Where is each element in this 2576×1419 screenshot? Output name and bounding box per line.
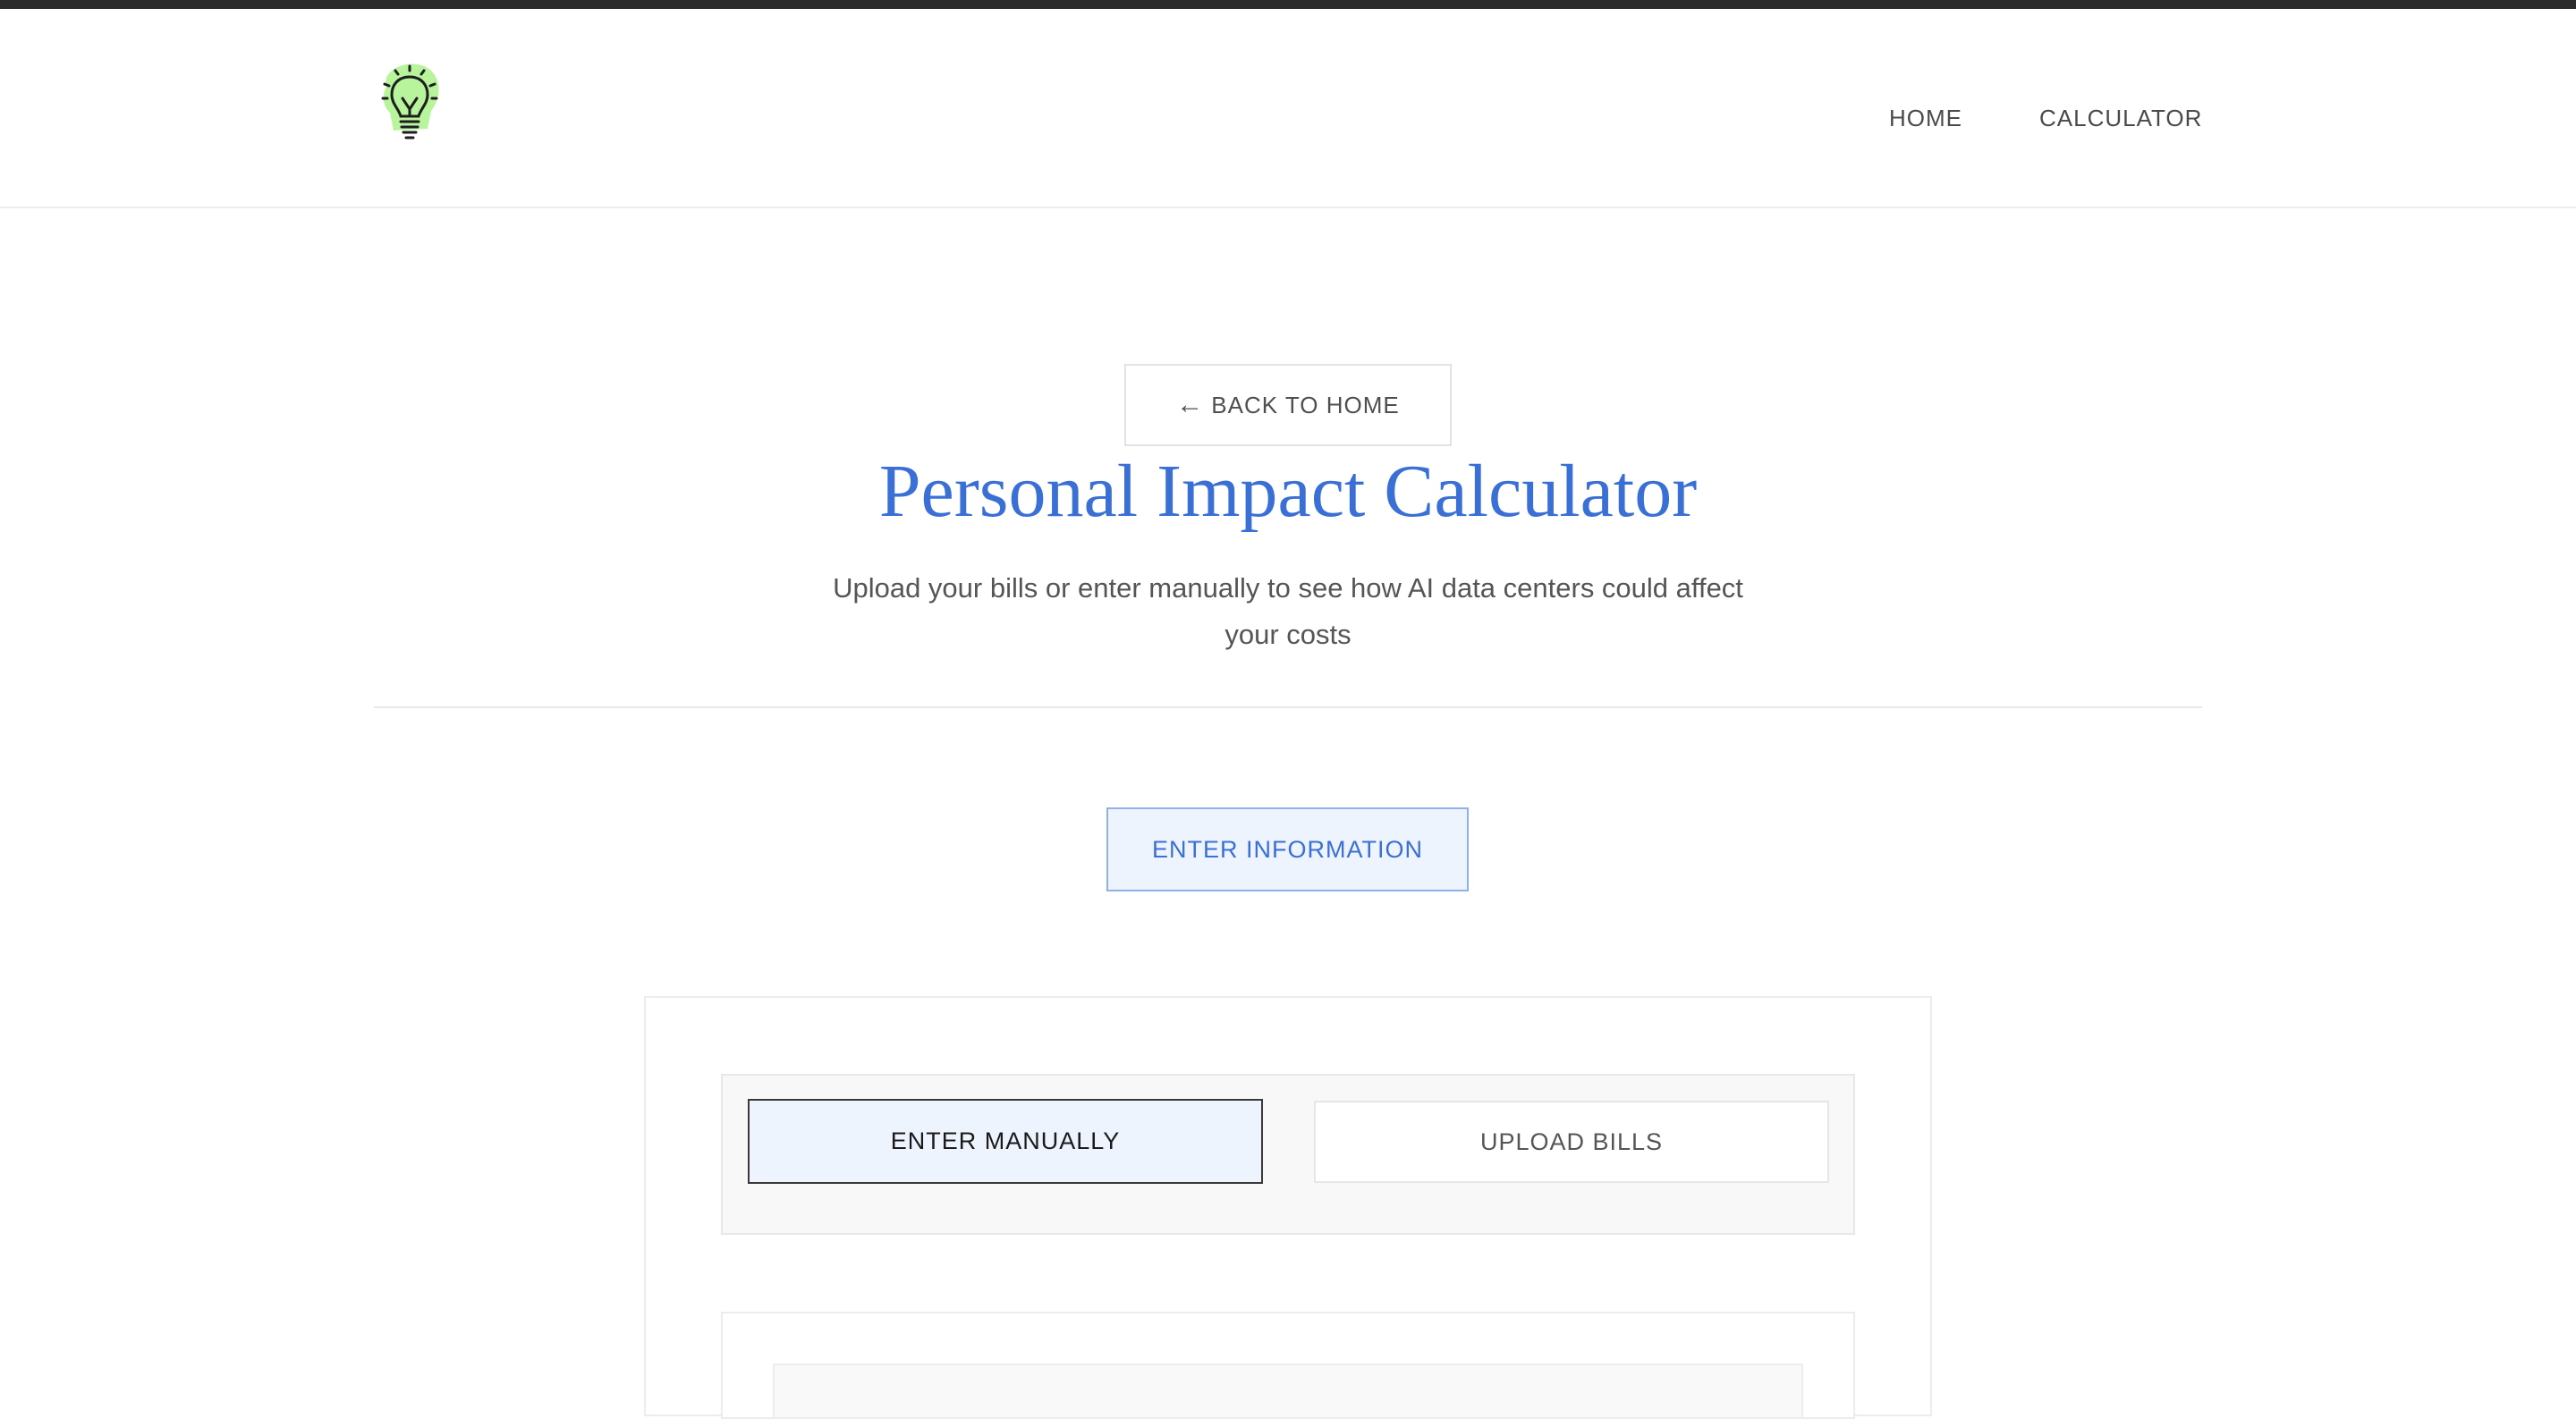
form-input-field[interactable]: [773, 1364, 1803, 1417]
site-header: HOME CALCULATOR: [0, 9, 2576, 208]
page-title: Personal Impact Calculator: [878, 450, 1698, 533]
upload-bills-tab[interactable]: UPLOAD BILLS: [1314, 1101, 1829, 1183]
nav-home-link[interactable]: HOME: [1889, 105, 1962, 131]
arrow-left-icon: ←: [1176, 390, 1205, 419]
lightbulb-icon[interactable]: [374, 59, 445, 152]
back-to-home-button[interactable]: ← BACK TO HOME: [1124, 364, 1452, 446]
enter-manually-tab[interactable]: ENTER MANUALLY: [748, 1099, 1263, 1184]
nav-calculator-link[interactable]: CALCULATOR: [2039, 105, 2202, 131]
enter-information-button[interactable]: ENTER INFORMATION: [1106, 807, 1469, 891]
page-subtitle: Upload your bills or enter manually to s…: [833, 572, 1743, 650]
section-divider: [374, 706, 2202, 708]
top-strip: [0, 0, 2576, 9]
back-to-home-label: BACK TO HOME: [1211, 391, 1400, 418]
